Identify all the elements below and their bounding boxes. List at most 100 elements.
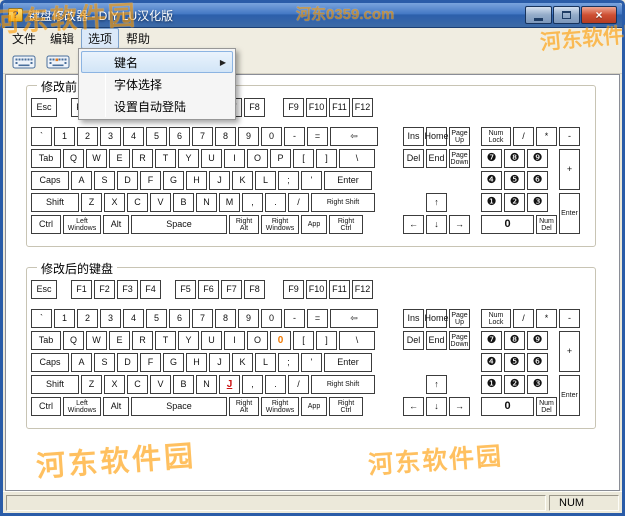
key-f11[interactable]: F11 <box>329 280 350 299</box>
key-8[interactable]: 8 <box>215 127 236 146</box>
key-num-0[interactable]: 0 <box>481 397 534 416</box>
key-num-1[interactable]: ❶ <box>481 193 502 212</box>
key-arrow-down[interactable]: ↓ <box>426 215 447 234</box>
key-ins[interactable]: Ins <box>403 309 424 328</box>
key-backslash[interactable]: \ <box>339 149 375 168</box>
menu-options[interactable]: 选项 <box>81 27 120 49</box>
key-right-alt[interactable]: Right Alt <box>229 215 259 234</box>
key-num-5[interactable]: ❺ <box>504 353 525 372</box>
key-enter[interactable]: Enter <box>324 353 372 372</box>
key-num-6[interactable]: ❻ <box>527 353 548 372</box>
key-z[interactable]: Z <box>81 375 102 394</box>
key-num-3[interactable]: ❸ <box>527 375 548 394</box>
key-page-up[interactable]: Page Up <box>449 309 470 328</box>
key-num-9[interactable]: ❾ <box>527 331 548 350</box>
key-tab[interactable]: Tab <box>31 149 61 168</box>
key-f[interactable]: F <box>140 171 161 190</box>
key-caps[interactable]: Caps <box>31 353 69 372</box>
key-n[interactable]: N <box>196 375 217 394</box>
key-z[interactable]: Z <box>81 193 102 212</box>
key-slash[interactable]: / <box>288 375 309 394</box>
key-num-8[interactable]: ❽ <box>504 331 525 350</box>
key-f3[interactable]: F3 <box>117 280 138 299</box>
menu-item-font-select[interactable]: 字体选择 <box>81 73 233 95</box>
key-page-up[interactable]: Page Up <box>449 127 470 146</box>
key-k[interactable]: K <box>232 353 253 372</box>
key-num-multiply[interactable]: * <box>536 309 557 328</box>
key-num-enter[interactable]: Enter <box>559 193 580 234</box>
key-f2[interactable]: F2 <box>94 280 115 299</box>
key-u[interactable]: U <box>201 149 222 168</box>
key-semicolon[interactable]: ; <box>278 353 299 372</box>
key-app[interactable]: App <box>301 397 327 416</box>
key-f12[interactable]: F12 <box>352 98 373 117</box>
key-d[interactable]: D <box>117 171 138 190</box>
key-r[interactable]: R <box>132 331 153 350</box>
key-h[interactable]: H <box>186 171 207 190</box>
key-key-m-remapped-to-j[interactable]: J <box>219 375 240 394</box>
title-bar[interactable]: ? 键盘修改器 - DIY LU汉化版 × <box>3 3 622 28</box>
key-5[interactable]: 5 <box>146 309 167 328</box>
key-ctrl[interactable]: Ctrl <box>31 215 61 234</box>
key-num-3[interactable]: ❸ <box>527 193 548 212</box>
key-esc[interactable]: Esc <box>31 98 57 117</box>
key-period[interactable]: . <box>265 375 286 394</box>
key-a[interactable]: A <box>71 353 92 372</box>
key-semicolon[interactable]: ; <box>278 171 299 190</box>
key-equals[interactable]: = <box>307 309 328 328</box>
menu-help[interactable]: 帮助 <box>119 28 157 49</box>
key-t[interactable]: T <box>155 149 176 168</box>
key-backtick[interactable]: ` <box>31 309 52 328</box>
key-s[interactable]: S <box>94 171 115 190</box>
key-b[interactable]: B <box>173 375 194 394</box>
key-e[interactable]: E <box>109 149 130 168</box>
key-u[interactable]: U <box>201 331 222 350</box>
key-e[interactable]: E <box>109 331 130 350</box>
key-0[interactable]: 0 <box>261 309 282 328</box>
key-comma[interactable]: , <box>242 375 263 394</box>
key-n[interactable]: N <box>196 193 217 212</box>
key-o[interactable]: O <box>247 331 268 350</box>
menu-file[interactable]: 文件 <box>5 28 43 49</box>
key-9[interactable]: 9 <box>238 127 259 146</box>
key-backtick[interactable]: ` <box>31 127 52 146</box>
key-m[interactable]: M <box>219 193 240 212</box>
key-comma[interactable]: , <box>242 193 263 212</box>
key-f8[interactable]: F8 <box>244 280 265 299</box>
key-del[interactable]: Del <box>403 149 424 168</box>
menu-item-auto-login[interactable]: 设置自动登陆 <box>81 95 233 117</box>
key-f12[interactable]: F12 <box>352 280 373 299</box>
key-arrow-down[interactable]: ↓ <box>426 397 447 416</box>
key-w[interactable]: W <box>86 331 107 350</box>
key-1[interactable]: 1 <box>54 309 75 328</box>
key-g[interactable]: G <box>163 171 184 190</box>
key-bracket-right[interactable]: ] <box>316 331 337 350</box>
key-space[interactable]: Space <box>131 215 227 234</box>
key-num-4[interactable]: ❹ <box>481 353 502 372</box>
key-q[interactable]: Q <box>63 149 84 168</box>
key-arrow-left[interactable]: ← <box>403 215 424 234</box>
key-shift[interactable]: Shift <box>31 193 79 212</box>
key-2[interactable]: 2 <box>77 127 98 146</box>
key-f8[interactable]: F8 <box>244 98 265 117</box>
key-f7[interactable]: F7 <box>221 280 242 299</box>
key-f9[interactable]: F9 <box>283 98 304 117</box>
key-7[interactable]: 7 <box>192 309 213 328</box>
key-backspace[interactable]: ⇦ <box>330 127 378 146</box>
key-v[interactable]: V <box>150 193 171 212</box>
key-num-6[interactable]: ❻ <box>527 171 548 190</box>
key-h[interactable]: H <box>186 353 207 372</box>
key-num-add[interactable]: + <box>559 149 580 190</box>
key-arrow-up[interactable]: ↑ <box>426 193 447 212</box>
key-ins[interactable]: Ins <box>403 127 424 146</box>
key-1[interactable]: 1 <box>54 127 75 146</box>
key-k[interactable]: K <box>232 171 253 190</box>
key-num-enter[interactable]: Enter <box>559 375 580 416</box>
key-a[interactable]: A <box>71 171 92 190</box>
key-c[interactable]: C <box>127 375 148 394</box>
key-num-7[interactable]: ❼ <box>481 331 502 350</box>
key-home[interactable]: Home <box>425 127 449 146</box>
key-9[interactable]: 9 <box>238 309 259 328</box>
key-num-subtract[interactable]: - <box>559 309 580 328</box>
key-num-2[interactable]: ❷ <box>504 193 525 212</box>
